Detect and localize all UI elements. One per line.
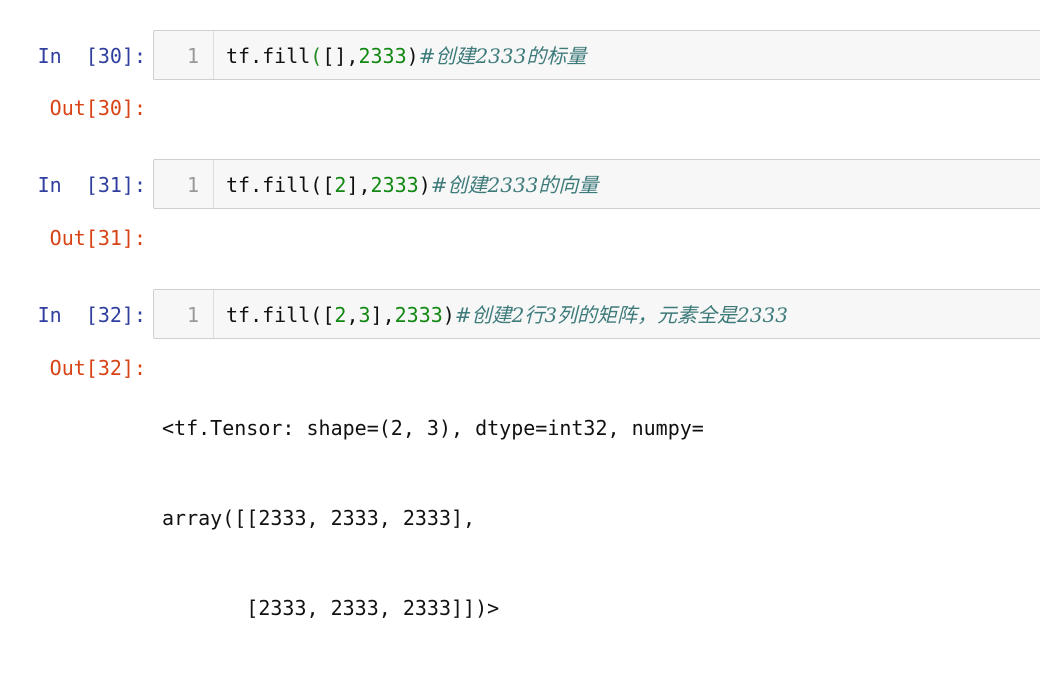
- code-paren-close: ): [442, 303, 455, 327]
- code-comment: #创建2行3列的矩阵，元素全是2333: [454, 303, 788, 327]
- out-prompt: Out[32]:: [49, 356, 146, 380]
- code-number: 2333: [358, 44, 407, 68]
- line-number: 1: [186, 173, 199, 197]
- output-line: [2333, 2333, 2333]])>: [162, 596, 500, 620]
- code-paren: (: [310, 44, 323, 68]
- code-bracket: ],: [346, 173, 371, 197]
- out-prompt: Out[31]:: [49, 226, 146, 250]
- out-prompt: Out[30]:: [49, 96, 146, 120]
- line-number: 1: [186, 303, 199, 327]
- code-comma: ,: [346, 303, 359, 327]
- code-input[interactable]: 1 tf.fill([],2333)#创建2333的标量: [153, 30, 1040, 80]
- line-gutter: 1: [154, 290, 214, 338]
- line-gutter: 1: [154, 160, 214, 208]
- code-paren: ([: [310, 173, 335, 197]
- code-input[interactable]: 1 tf.fill([2],2333)#创建2333的向量: [153, 159, 1040, 209]
- line-number: 1: [186, 44, 199, 68]
- output-line: array([[2333, 2333, 2333],: [162, 506, 476, 530]
- code-func: tf.fill: [226, 303, 311, 327]
- code-line[interactable]: tf.fill([],2333)#创建2333的标量: [226, 43, 586, 69]
- code-number: 2333: [370, 173, 419, 197]
- code-number: 2: [334, 173, 347, 197]
- cell-output: <tf.Tensor: shape=(2, 3), dtype=int32, n…: [162, 353, 704, 683]
- in-prompt: In [30]:: [37, 44, 146, 68]
- in-prompt: In [32]:: [37, 303, 146, 327]
- in-prompt: In [31]:: [37, 173, 146, 197]
- code-line[interactable]: tf.fill([2],2333)#创建2333的向量: [226, 172, 598, 198]
- output-line: <tf.Tensor: shape=(2, 3), dtype=int32, n…: [162, 416, 704, 440]
- code-comment: #创建2333的向量: [430, 173, 599, 197]
- code-comment: #创建2333的标量: [418, 44, 587, 68]
- code-paren-close: ): [406, 44, 419, 68]
- code-func: tf.fill: [226, 44, 311, 68]
- code-line[interactable]: tf.fill([2,3],2333)#创建2行3列的矩阵，元素全是2333: [226, 302, 788, 328]
- code-paren: ([: [310, 303, 335, 327]
- code-paren-close: ): [418, 173, 431, 197]
- code-input[interactable]: 1 tf.fill([2,3],2333)#创建2行3列的矩阵，元素全是2333: [153, 289, 1040, 339]
- code-bracket: ],: [370, 303, 395, 327]
- code-func: tf.fill: [226, 173, 311, 197]
- code-number: 2333: [394, 303, 443, 327]
- code-number: 2: [334, 303, 347, 327]
- code-number: 3: [358, 303, 371, 327]
- code-args: [],: [322, 44, 359, 68]
- line-gutter: 1: [154, 31, 214, 79]
